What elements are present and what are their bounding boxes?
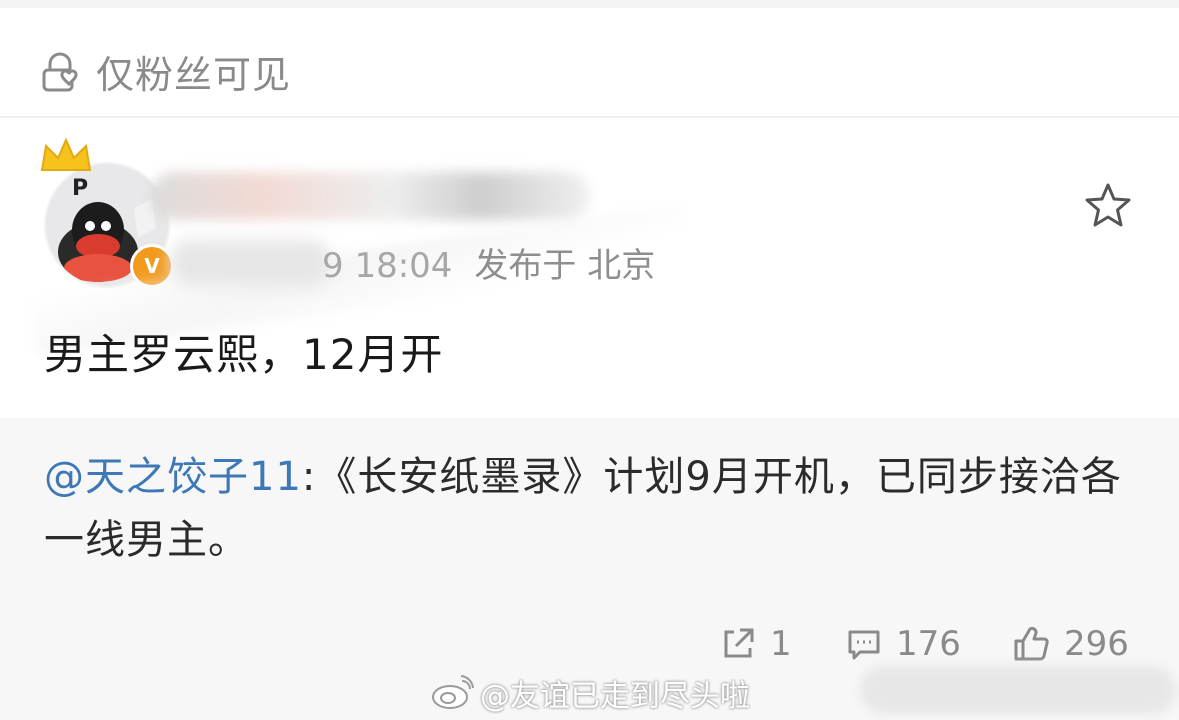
- timestamp-blurred: [170, 240, 330, 286]
- star-icon[interactable]: [1082, 180, 1134, 232]
- author-avatar-group[interactable]: P V: [38, 136, 174, 292]
- top-divider: [0, 0, 1179, 8]
- post-meta: 9 18:04 发布于 北京: [322, 242, 655, 290]
- watermark-text: @友谊已走到尽头啦: [480, 679, 750, 714]
- visibility-label: 仅粉丝可见: [96, 53, 292, 97]
- like-count: 296: [1064, 624, 1129, 664]
- crown-icon: [40, 137, 92, 171]
- comment-count: 176: [896, 624, 961, 664]
- watermark-blurred: [860, 666, 1176, 714]
- lock-heart-icon: [42, 52, 78, 92]
- share-button[interactable]: 1: [720, 622, 792, 666]
- comment-icon: [848, 630, 880, 660]
- like-button[interactable]: 296: [1012, 622, 1129, 666]
- comment-button[interactable]: 176: [846, 622, 961, 666]
- mention-link[interactable]: @天之饺子11: [44, 454, 302, 500]
- publish-location: 发布于 北京: [474, 246, 656, 286]
- share-icon: [724, 628, 754, 658]
- repost-text-block[interactable]: @天之饺子11:《长安纸墨录》计划9月开机，已同步接洽各一线男主。: [44, 446, 1134, 572]
- author-name-blurred[interactable]: [150, 172, 590, 220]
- watermark: @友谊已走到尽头啦: [430, 670, 750, 716]
- thumbs-up-icon: [1014, 626, 1049, 661]
- weibo-icon: [432, 675, 474, 709]
- visibility-bar: 仅粉丝可见: [0, 8, 1179, 118]
- post-time: 9 18:04: [322, 246, 453, 286]
- share-count: 1: [770, 624, 792, 664]
- post-text: 男主罗云熙，12月开: [44, 330, 444, 379]
